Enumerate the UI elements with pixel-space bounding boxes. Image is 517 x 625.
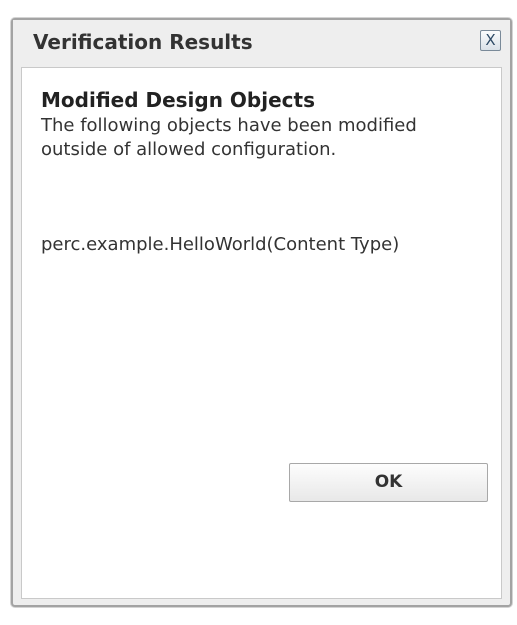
modified-object-item: perc.example.HelloWorld(Content Type) bbox=[41, 234, 400, 255]
results-description: The following objects have been modified… bbox=[41, 115, 417, 160]
dialog-content: Modified Design Objects The following ob… bbox=[21, 67, 502, 599]
results-heading: Modified Design Objects bbox=[41, 88, 315, 112]
dialog-title: Verification Results bbox=[33, 30, 253, 54]
verification-results-dialog: Verification Results X Modified Design O… bbox=[11, 18, 512, 607]
dialog-title-bar[interactable]: Verification Results X bbox=[13, 20, 510, 65]
ok-button[interactable]: OK bbox=[289, 463, 488, 502]
close-button[interactable]: X bbox=[480, 30, 501, 51]
close-icon: X bbox=[485, 31, 496, 49]
